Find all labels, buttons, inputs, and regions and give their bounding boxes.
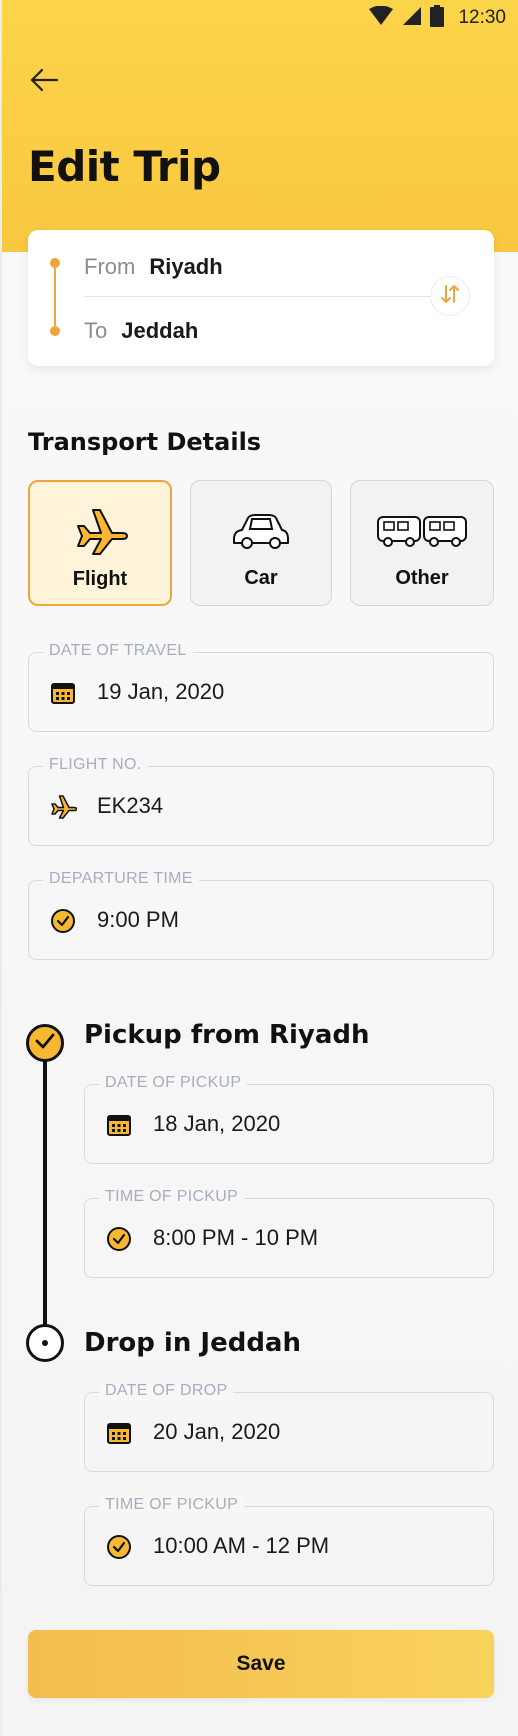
drop-time-value: 10:00 AM - 12 PM <box>153 1533 330 1558</box>
route-line <box>54 258 56 326</box>
header-background <box>2 0 518 252</box>
to-label: To <box>84 318 108 343</box>
mode-flight-label: Flight <box>72 568 128 590</box>
date-of-travel-value: 19 Jan, 2020 <box>97 679 225 704</box>
pickup-title: Pickup from Riyadh <box>84 1020 370 1050</box>
date-of-travel-label: DATE OF TRAVEL <box>43 642 193 660</box>
signal-icon <box>402 6 422 31</box>
date-of-pickup-label: DATE OF PICKUP <box>99 1074 248 1092</box>
date-of-drop-value: 20 Jan, 2020 <box>153 1419 281 1444</box>
mode-other[interactable]: Other <box>350 480 494 606</box>
departure-time-field[interactable]: DEPARTURE TIME 9:00 PM <box>28 870 494 960</box>
from-label: From <box>84 254 136 279</box>
dot-icon <box>41 1334 49 1352</box>
time-of-pickup-label: TIME OF PICKUP <box>99 1188 245 1206</box>
transport-details-title: Transport Details <box>28 428 262 456</box>
date-of-pickup-value: 18 Jan, 2020 <box>153 1111 281 1136</box>
timeline-line <box>43 1046 47 1342</box>
to-city: Jeddah <box>121 318 199 343</box>
bus-icon <box>376 501 468 561</box>
mode-car-label: Car <box>244 567 278 589</box>
flight-no-value: EK234 <box>97 793 164 818</box>
drop-time-field[interactable]: TIME OF PICKUP 10:00 AM - 12 PM <box>84 1496 494 1586</box>
drop-time-label: TIME OF PICKUP <box>99 1496 245 1514</box>
mode-flight[interactable]: Flight <box>28 480 172 606</box>
route-origin-dot <box>50 258 60 268</box>
flight-no-label: FLIGHT NO. <box>43 756 148 774</box>
clock-check-icon <box>105 1533 133 1561</box>
route-destination-dot <box>50 326 60 336</box>
pickup-step-node <box>26 1024 64 1062</box>
drop-title: Drop in Jeddah <box>84 1328 301 1358</box>
time-of-pickup-value: 8:00 PM - 10 PM <box>153 1225 319 1250</box>
to-field[interactable]: To Jeddah <box>84 318 198 344</box>
calendar-icon <box>105 1419 133 1447</box>
route-divider <box>84 296 456 297</box>
route-card: From Riyadh To Jeddah <box>28 230 494 366</box>
check-icon <box>35 1033 55 1054</box>
swap-icon <box>440 284 460 309</box>
mode-car[interactable]: Car <box>190 480 332 606</box>
status-bar: 12:30 <box>2 0 518 36</box>
date-of-travel-field[interactable]: DATE OF TRAVEL 19 Jan, 2020 <box>28 642 494 732</box>
arrow-left-icon <box>29 68 59 97</box>
save-button[interactable]: Save <box>28 1630 494 1698</box>
flight-no-field[interactable]: FLIGHT NO. EK234 <box>28 756 494 846</box>
time-of-pickup-field[interactable]: TIME OF PICKUP 8:00 PM - 10 PM <box>84 1188 494 1278</box>
from-city: Riyadh <box>149 254 223 279</box>
plane-icon <box>72 502 128 562</box>
departure-time-value: 9:00 PM <box>97 907 179 932</box>
drop-step-node <box>26 1324 64 1362</box>
date-of-drop-field[interactable]: DATE OF DROP 20 Jan, 2020 <box>84 1382 494 1472</box>
page-title: Edit Trip <box>28 142 221 191</box>
mode-other-label: Other <box>395 567 449 589</box>
plane-icon <box>49 793 77 821</box>
status-time: 12:30 <box>458 7 506 28</box>
calendar-icon <box>49 679 77 707</box>
date-of-drop-label: DATE OF DROP <box>99 1382 234 1400</box>
from-field[interactable]: From Riyadh <box>84 254 223 280</box>
clock-check-icon <box>49 907 77 935</box>
date-of-pickup-field[interactable]: DATE OF PICKUP 18 Jan, 2020 <box>84 1074 494 1164</box>
clock-check-icon <box>105 1225 133 1253</box>
back-button[interactable] <box>26 64 62 100</box>
app-screen: 12:30 Edit Trip From Riyadh To Jeddah Tr… <box>0 0 518 1736</box>
calendar-icon <box>105 1111 133 1139</box>
battery-icon <box>430 4 445 32</box>
wifi-icon <box>368 5 394 31</box>
car-icon <box>230 501 292 561</box>
swap-route-button[interactable] <box>430 276 470 316</box>
departure-time-label: DEPARTURE TIME <box>43 870 199 888</box>
